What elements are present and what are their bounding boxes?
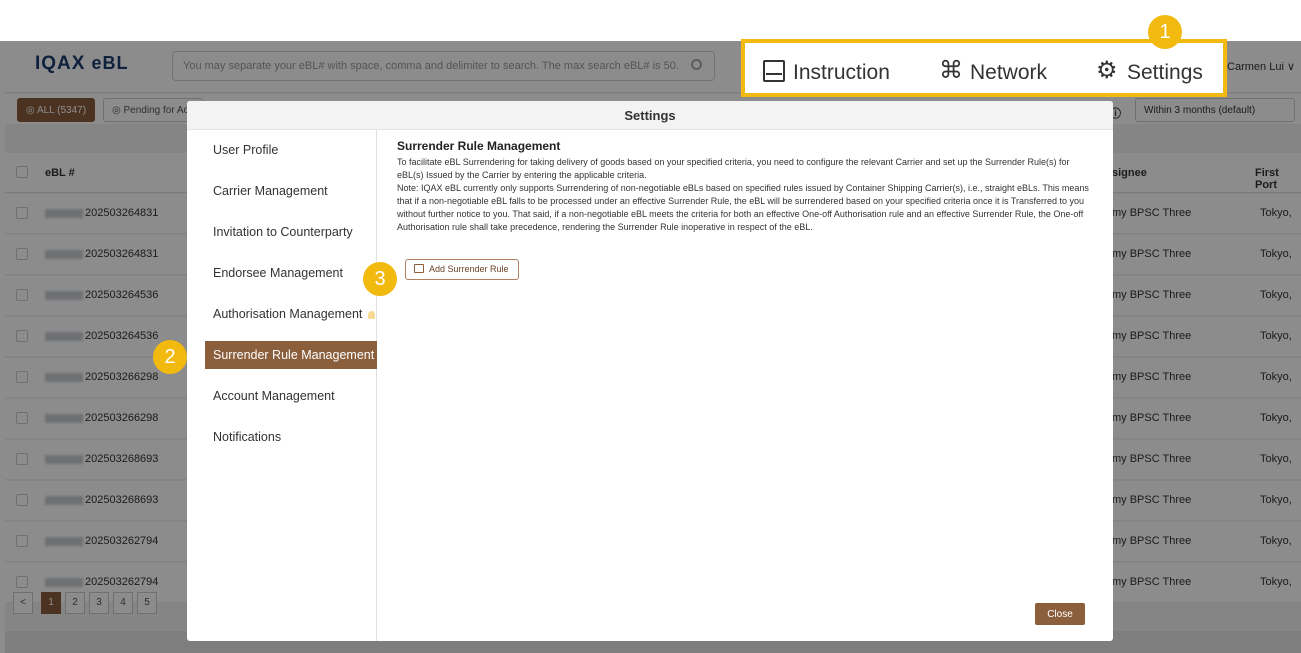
sidebar-item-account-management[interactable]: Account Management [187,382,377,410]
sidebar-item-endorsee-management[interactable]: Endorsee Management [187,259,377,287]
settings-label: Settings [1127,61,1203,84]
add-surrender-rule-button[interactable]: Add Surrender Rule [405,259,519,280]
add-surrender-rule-label: Add Surrender Rule [429,264,509,274]
step-badge-2: 2 [153,340,187,374]
description-paragraph: To facilitate eBL Surrendering for takin… [397,157,1070,180]
sidebar-item-authorisation-management[interactable]: Authorisation Management [187,300,377,328]
sidebar-item-surrender-rule-management[interactable]: Surrender Rule Management [205,341,377,369]
book-icon [763,60,785,82]
bell-icon [368,310,376,319]
add-rule-icon [414,264,424,273]
sidebar-item-label: Authorisation Management [213,307,363,321]
note-paragraph: Note: IQAX eBL currently only supports S… [397,183,1089,232]
section-title: Surrender Rule Management [397,139,561,153]
sidebar-item-carrier-management[interactable]: Carrier Management [187,177,377,205]
header-actions-callout: Instruction Network Settings [741,39,1227,97]
settings-modal: Settings User Profile Carrier Management… [187,101,1113,641]
settings-link[interactable]: Settings [1096,56,1203,85]
network-link[interactable]: Network [939,56,1048,85]
instruction-label: Instruction [793,61,890,84]
step-badge-1: 1 [1148,15,1182,49]
step-badge-3: 3 [363,262,397,296]
sidebar-item-invitation[interactable]: Invitation to Counterparty [187,218,377,246]
close-button[interactable]: Close [1035,603,1085,625]
sidebar-item-notifications[interactable]: Notifications [187,423,377,451]
network-label: Network [970,61,1048,84]
modal-title: Settings [187,101,1113,130]
sidebar-item-user-profile[interactable]: User Profile [187,136,377,164]
instruction-link[interactable]: Instruction [763,60,890,85]
network-icon [939,56,963,85]
settings-sidebar: User Profile Carrier Management Invitati… [187,130,377,641]
gear-icon [1096,56,1119,85]
surrender-rule-content: Surrender Rule Management To facilitate … [397,139,1097,234]
